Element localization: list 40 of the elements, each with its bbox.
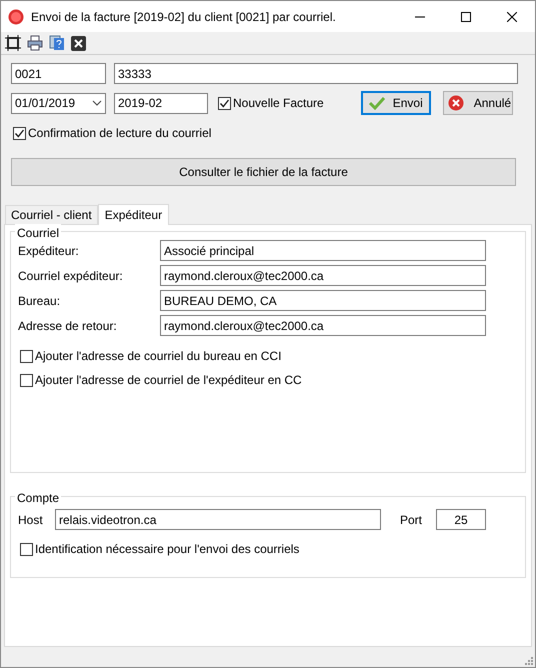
resize-grip-icon[interactable] (524, 656, 533, 665)
tab[interactable]: Courriel - client (5, 205, 98, 224)
date-dropdown[interactable]: 01/01/2019 (11, 92, 106, 114)
app-icon (8, 8, 24, 24)
checkbox[interactable]: Ajouter l'adresse de courriel du bureau en CCI (20, 347, 518, 365)
text-field[interactable]: raymond.cleroux@tec2000.ca (160, 315, 486, 336)
cancel-icon (448, 95, 464, 111)
field-label: Expéditeur: (18, 242, 80, 260)
view-invoice-button[interactable]: Consulter le fichier de la facture (11, 158, 516, 186)
field-label: Courriel expéditeur: (18, 268, 124, 284)
checkmark-icon (219, 98, 230, 108)
client-name-field[interactable]: 33333 (114, 63, 518, 84)
field-label: Adresse de retour: (18, 318, 118, 334)
checkmark-icon (14, 128, 25, 138)
close-icon (507, 12, 517, 22)
checkbox[interactable]: Identification nécessaire pour l'envoi des courriels (20, 540, 518, 558)
checkbox[interactable]: Nouvelle Facture (218, 94, 324, 112)
invoice-field[interactable]: 2019-02 (114, 92, 208, 114)
close-icon[interactable] (71, 36, 86, 50)
text-field[interactable]: Associé principal (160, 240, 486, 261)
client-code-field[interactable]: 0021 (11, 63, 106, 84)
send-button[interactable]: Envoi (360, 91, 431, 115)
field-label: Bureau: (18, 292, 62, 310)
text-field[interactable]: BUREAU DEMO, CA (160, 290, 486, 311)
printer-icon[interactable] (27, 35, 43, 51)
text-field[interactable]: raymond.cleroux@tec2000.ca (160, 265, 486, 286)
checkmark-icon (368, 96, 385, 110)
cancel-button[interactable]: Annulé (442, 91, 513, 115)
fit-screen-icon[interactable] (5, 35, 21, 51)
host-field[interactable]: relais.videotron.ca (55, 509, 381, 530)
port-label: Port (400, 512, 424, 528)
maximize-icon (461, 12, 471, 22)
host-label: Host (18, 512, 44, 528)
checkbox[interactable]: Confirmation de lecture du courriel (13, 124, 525, 142)
chevron-down-icon (92, 100, 102, 106)
window-title: Envoi de la facture [2019-02] du client [0021] par courriel. (31, 8, 336, 26)
help-icon[interactable] (49, 35, 65, 51)
checkbox[interactable]: Ajouter l'adresse de courriel de l'expéditeur en CC (20, 371, 518, 389)
port-field[interactable]: 25 (436, 509, 486, 530)
tab[interactable]: Expéditeur (98, 204, 170, 225)
